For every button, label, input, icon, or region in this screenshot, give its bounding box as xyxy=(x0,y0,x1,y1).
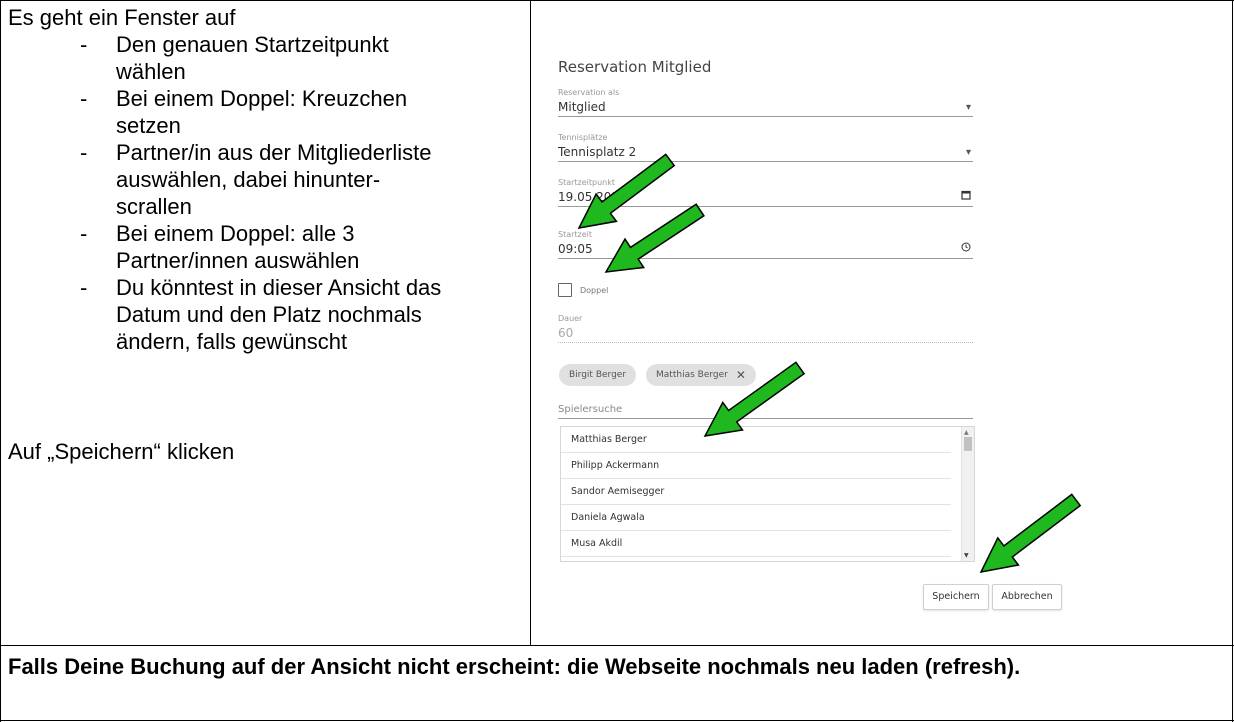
start-date-field[interactable]: Startzeitpunkt 19.05.2020 xyxy=(558,178,973,207)
reservation-dialog: Reservation Mitglied Reservation als Mit… xyxy=(535,8,1225,638)
dialog-title: Reservation Mitglied xyxy=(558,58,712,76)
instructions-column: Es geht ein Fenster auf - Den genauen Sta… xyxy=(8,4,523,464)
table-border-left xyxy=(0,0,1,722)
doubles-label: Doppel xyxy=(580,285,609,295)
list-item[interactable]: Philipp Ackermann xyxy=(561,453,951,479)
save-button[interactable]: Speichern xyxy=(923,584,989,610)
cancel-button[interactable]: Abbrechen xyxy=(992,584,1062,610)
field-value: Tennisplatz 2 xyxy=(558,145,637,159)
doubles-checkbox-row[interactable]: Doppel xyxy=(558,283,608,297)
list-item: - Bei einem Doppel: Kreuzchen setzen xyxy=(80,86,408,138)
list-item: - Du könntest in dieser Ansicht das Datum … xyxy=(80,275,442,354)
row-divider xyxy=(0,645,1234,646)
scroll-down-icon[interactable]: ▼ xyxy=(964,552,969,559)
field-label: Reservation als xyxy=(558,88,620,97)
clock-icon[interactable] xyxy=(961,242,971,255)
field-label: Dauer xyxy=(558,314,583,323)
close-icon[interactable]: ✕ xyxy=(736,364,746,386)
table-border-top xyxy=(0,0,1234,1)
list-scrollbar[interactable]: ▲ ▼ xyxy=(961,427,974,561)
dropdown-arrow-icon: ▾ xyxy=(965,147,971,158)
list-item[interactable]: Matthias Berger xyxy=(561,427,951,453)
column-divider xyxy=(530,0,531,645)
player-chip[interactable]: Matthias Berger ✕ xyxy=(646,364,756,386)
list-item: - Partner/in aus der Mitgliederliste auswä… xyxy=(80,140,432,219)
doubles-checkbox[interactable] xyxy=(558,283,572,297)
field-label: Startzeitpunkt xyxy=(558,178,616,187)
field-value: 60 xyxy=(558,326,574,340)
court-select[interactable]: Tennisplätze Tennisplatz 2 ▾ xyxy=(558,133,973,162)
selected-players: Birgit Berger Matthias Berger ✕ xyxy=(559,364,756,386)
duration-field: Dauer 60 xyxy=(558,314,973,343)
reservation-as-select[interactable]: Reservation als Mitglied ▾ xyxy=(558,88,973,117)
intro-text: Es geht ein Fenster auf xyxy=(8,5,236,30)
field-label: Tennisplätze xyxy=(558,133,608,142)
list-item: - Den genauen Startzeitpunkt wählen xyxy=(80,32,389,84)
field-value: Mitglied xyxy=(558,100,606,114)
field-value: 09:05 xyxy=(558,242,593,256)
player-search-input[interactable]: Spielersuche xyxy=(558,402,973,419)
list-item[interactable]: Sandor Aemisegger xyxy=(561,479,951,505)
list-item[interactable]: Musa Akdil xyxy=(561,531,951,557)
scroll-up-icon[interactable]: ▲ xyxy=(964,429,969,436)
scrollbar-thumb[interactable] xyxy=(964,437,972,451)
refresh-note: Falls Deine Buchung auf der Ansicht nich… xyxy=(8,654,1021,679)
dropdown-arrow-icon: ▾ xyxy=(965,102,971,113)
instruction-list: - Den genauen Startzeitpunkt wählen - Bei e… xyxy=(8,31,523,355)
list-item: - Bei einem Doppel: alle 3 Partner/innen a… xyxy=(80,221,360,273)
table-border-bottom xyxy=(0,720,1234,721)
field-value: 19.05.2020 xyxy=(558,190,627,204)
table-border-right xyxy=(1232,0,1233,722)
save-instruction: Auf „Speichern“ klicken xyxy=(8,439,235,464)
calendar-icon[interactable] xyxy=(961,190,971,203)
field-label: Startzeit xyxy=(558,230,593,239)
list-item[interactable]: Daniela Agwala xyxy=(561,505,951,531)
player-chip[interactable]: Birgit Berger xyxy=(559,364,637,386)
start-time-field[interactable]: Startzeit 09:05 xyxy=(558,230,973,259)
player-list[interactable]: Matthias Berger Philipp Ackermann Sandor… xyxy=(560,426,975,562)
